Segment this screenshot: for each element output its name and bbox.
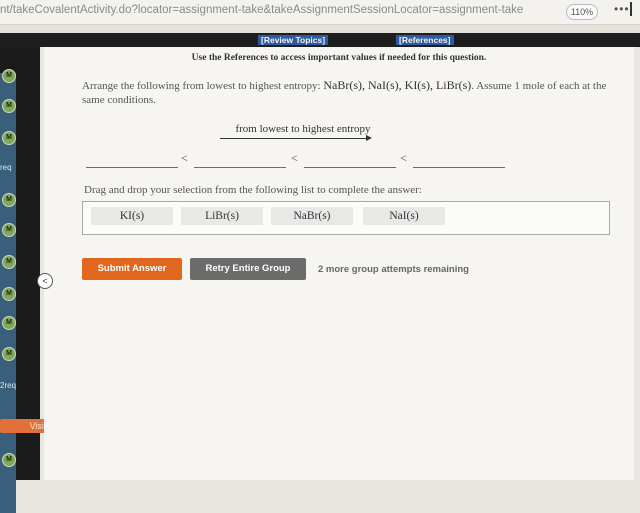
question-badge[interactable]: M bbox=[2, 69, 16, 83]
question-badge[interactable]: M bbox=[2, 316, 16, 330]
direction-label: from lowest to highest entropy bbox=[235, 123, 371, 135]
collapse-sidebar-icon[interactable]: < bbox=[37, 273, 53, 289]
answer-slot-1[interactable] bbox=[86, 166, 178, 168]
question-prefix: Arrange the following from lowest to hig… bbox=[82, 80, 324, 92]
attempts-remaining: 2 more group attempts remaining bbox=[318, 264, 469, 275]
chrome-separator bbox=[0, 25, 640, 33]
draggable-option[interactable]: NaI(s) bbox=[363, 207, 445, 225]
question-badge[interactable]: M bbox=[2, 131, 16, 145]
submit-answer-button[interactable]: Submit Answer bbox=[82, 258, 182, 280]
question-badge[interactable]: M bbox=[2, 287, 16, 301]
question-panel: Use the References to access important v… bbox=[44, 47, 634, 480]
references-link[interactable]: [References] bbox=[396, 35, 454, 45]
less-than-sign: < bbox=[291, 151, 298, 165]
draggable-option[interactable]: NaBr(s) bbox=[271, 207, 353, 225]
req-tag[interactable]: 2req bbox=[0, 381, 16, 390]
question-badge[interactable]: M bbox=[2, 255, 16, 269]
less-than-sign: < bbox=[400, 151, 407, 165]
url-text[interactable]: nt/takeCovalentActivity.do?locator=assig… bbox=[0, 4, 523, 16]
direction-arrow bbox=[220, 135, 372, 141]
browser-address-bar[interactable]: nt/takeCovalentActivity.do?locator=assig… bbox=[0, 0, 640, 25]
less-than-sign: < bbox=[181, 151, 188, 165]
more-menu-icon[interactable]: ••• bbox=[614, 2, 630, 16]
drag-instructions: Drag and drop your selection from the fo… bbox=[84, 184, 422, 196]
retry-group-button[interactable]: Retry Entire Group bbox=[190, 258, 306, 280]
question-badge[interactable]: M bbox=[2, 193, 16, 207]
answer-slot-2[interactable] bbox=[194, 166, 286, 168]
question-badge[interactable]: M bbox=[2, 453, 16, 467]
question-badge[interactable]: M bbox=[2, 99, 16, 113]
drag-source-list: KI(s) LiBr(s) NaBr(s) NaI(s) bbox=[82, 201, 610, 235]
answer-slot-4[interactable] bbox=[413, 166, 505, 168]
answer-slot-3[interactable] bbox=[304, 166, 396, 168]
draggable-option[interactable]: KI(s) bbox=[91, 207, 173, 225]
question-species: NaBr(s), NaI(s), KI(s), LiBr(s) bbox=[323, 78, 472, 92]
zoom-indicator[interactable]: 110% bbox=[566, 4, 598, 20]
question-sidebar: M M M req M M M M M M 2req M bbox=[0, 33, 40, 513]
question-text: Arrange the following from lowest to hig… bbox=[82, 78, 622, 107]
draggable-option[interactable]: LiBr(s) bbox=[181, 207, 263, 225]
question-badge[interactable]: M bbox=[2, 223, 16, 237]
window-edge bbox=[630, 2, 640, 16]
reference-note: Use the References to access important v… bbox=[191, 53, 487, 63]
review-topics-link[interactable]: [Review Topics] bbox=[258, 35, 329, 45]
req-tag[interactable]: req bbox=[0, 163, 12, 172]
question-badge[interactable]: M bbox=[2, 347, 16, 361]
header-band: [Review Topics] [References] bbox=[0, 33, 640, 47]
